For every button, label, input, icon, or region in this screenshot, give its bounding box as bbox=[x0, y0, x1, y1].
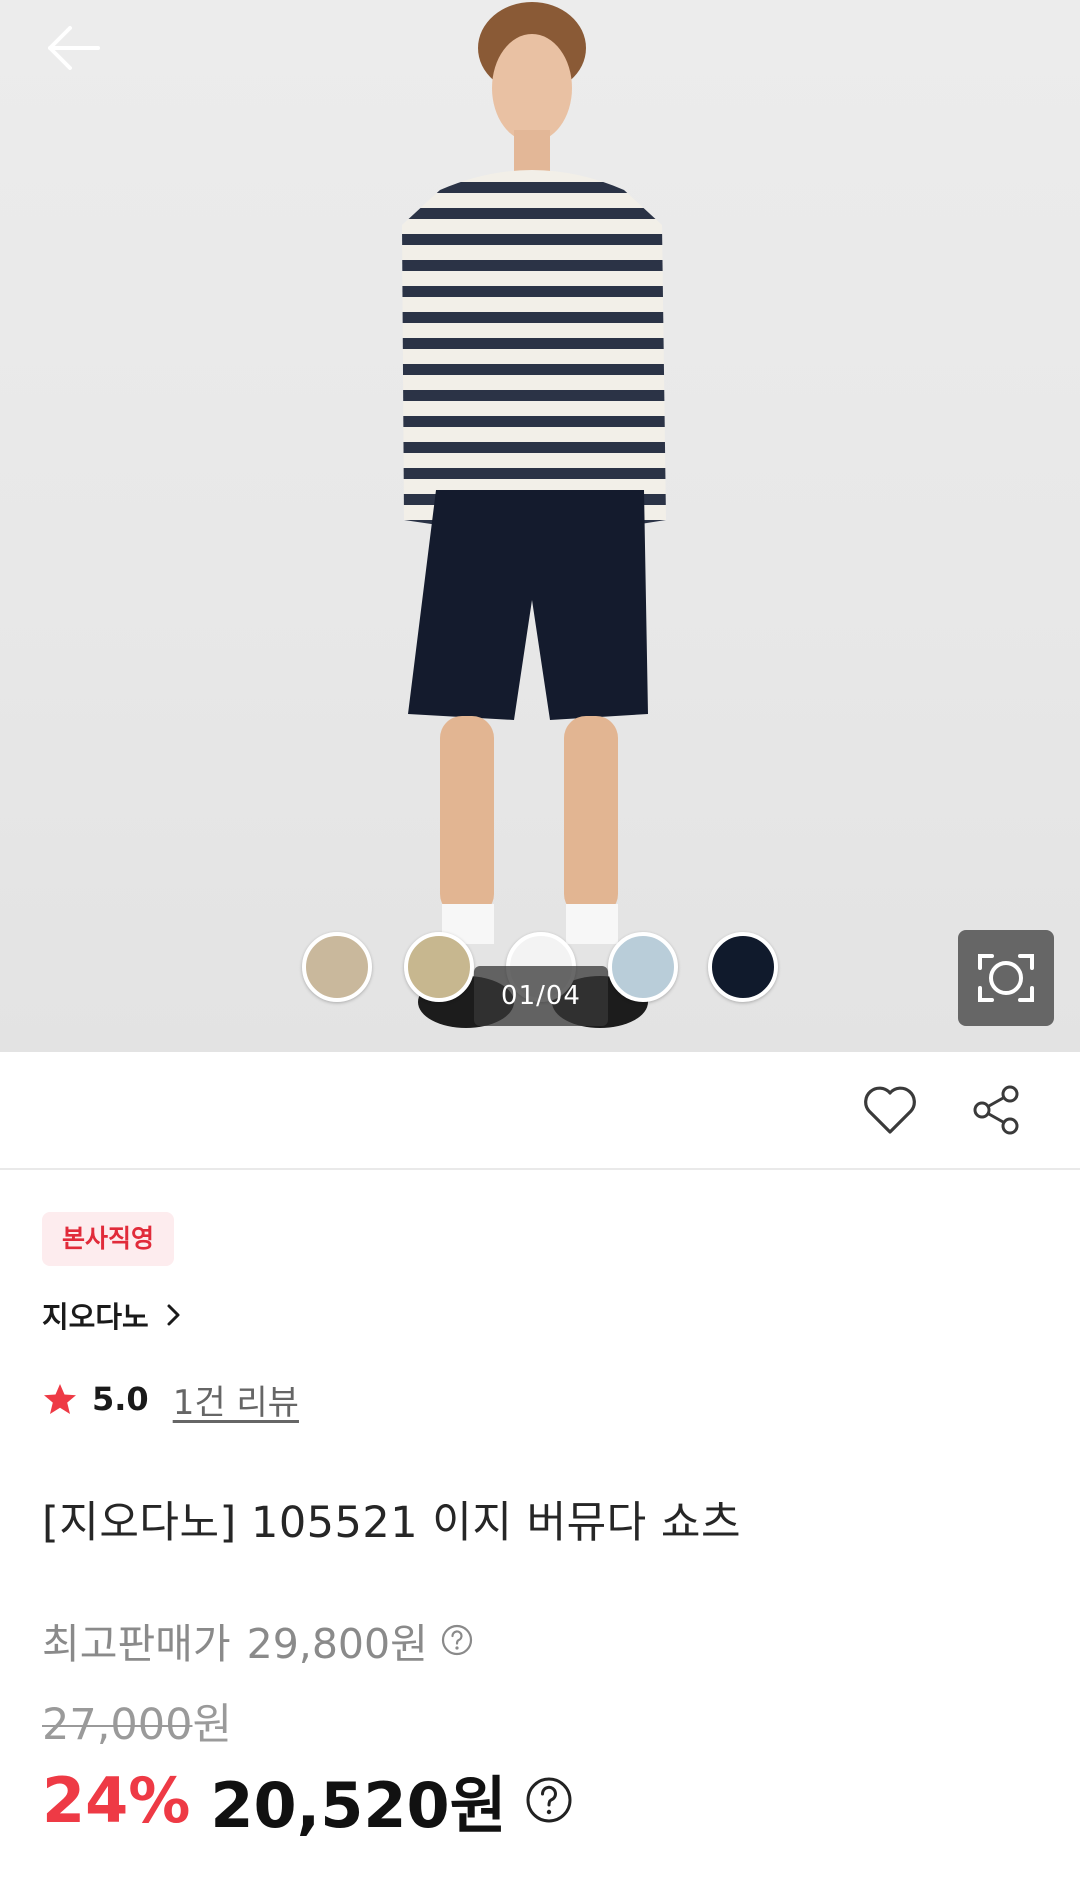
image-counter: 01/04 bbox=[474, 966, 608, 1026]
rating-value: 5.0 bbox=[92, 1380, 149, 1418]
product-detail-page: 01/04 본사직영 지오다노 5.0 1건 리뷰 [지오다노] 105521 … bbox=[0, 0, 1080, 1877]
arrow-left-icon bbox=[48, 26, 100, 70]
color-swatch[interactable] bbox=[404, 932, 474, 1002]
review-count-link[interactable]: 1건 리뷰 bbox=[173, 1375, 299, 1424]
wishlist-button[interactable] bbox=[860, 1080, 920, 1140]
share-icon bbox=[973, 1085, 1019, 1135]
heart-icon bbox=[864, 1086, 916, 1134]
back-button[interactable] bbox=[40, 18, 110, 78]
color-swatch[interactable] bbox=[708, 932, 778, 1002]
chevron-right-icon bbox=[167, 1304, 180, 1326]
discount-rate: 24% bbox=[42, 1763, 191, 1837]
highest-price-value: 29,800원 bbox=[246, 1620, 428, 1668]
product-photo bbox=[402, 2, 666, 1028]
original-price: 27,000원 bbox=[42, 1690, 232, 1752]
color-swatch[interactable] bbox=[302, 932, 372, 1002]
product-title: [지오다노] 105521 이지 버뮤다 쇼츠 bbox=[42, 1498, 742, 1548]
share-button[interactable] bbox=[966, 1080, 1026, 1140]
original-price-unit: 원 bbox=[192, 1700, 233, 1750]
image-search-button[interactable] bbox=[958, 930, 1054, 1026]
sale-price: 20,520원 bbox=[210, 1769, 507, 1842]
star-icon bbox=[44, 1384, 76, 1414]
sale-price-row: 24% 20,520원 bbox=[42, 1760, 575, 1842]
brand-link[interactable]: 지오다노 bbox=[42, 1290, 185, 1340]
brand-name: 지오다노 bbox=[42, 1300, 149, 1334]
original-price-value: 27,000 bbox=[42, 1700, 193, 1750]
color-swatch[interactable] bbox=[608, 932, 678, 1002]
help-circle-icon[interactable] bbox=[440, 1623, 474, 1657]
help-circle-icon[interactable] bbox=[523, 1774, 575, 1826]
highest-price-label: 최고판매가 bbox=[42, 1620, 231, 1668]
highest-price-row: 최고판매가 29,800원 bbox=[42, 1610, 474, 1670]
product-action-bar bbox=[0, 1052, 1080, 1170]
product-image-carousel[interactable]: 01/04 bbox=[0, 0, 1080, 1052]
camera-scan-icon bbox=[978, 954, 1034, 1002]
rating-row: 5.0 1건 리뷰 bbox=[42, 1374, 299, 1424]
official-store-badge: 본사직영 bbox=[42, 1212, 175, 1266]
